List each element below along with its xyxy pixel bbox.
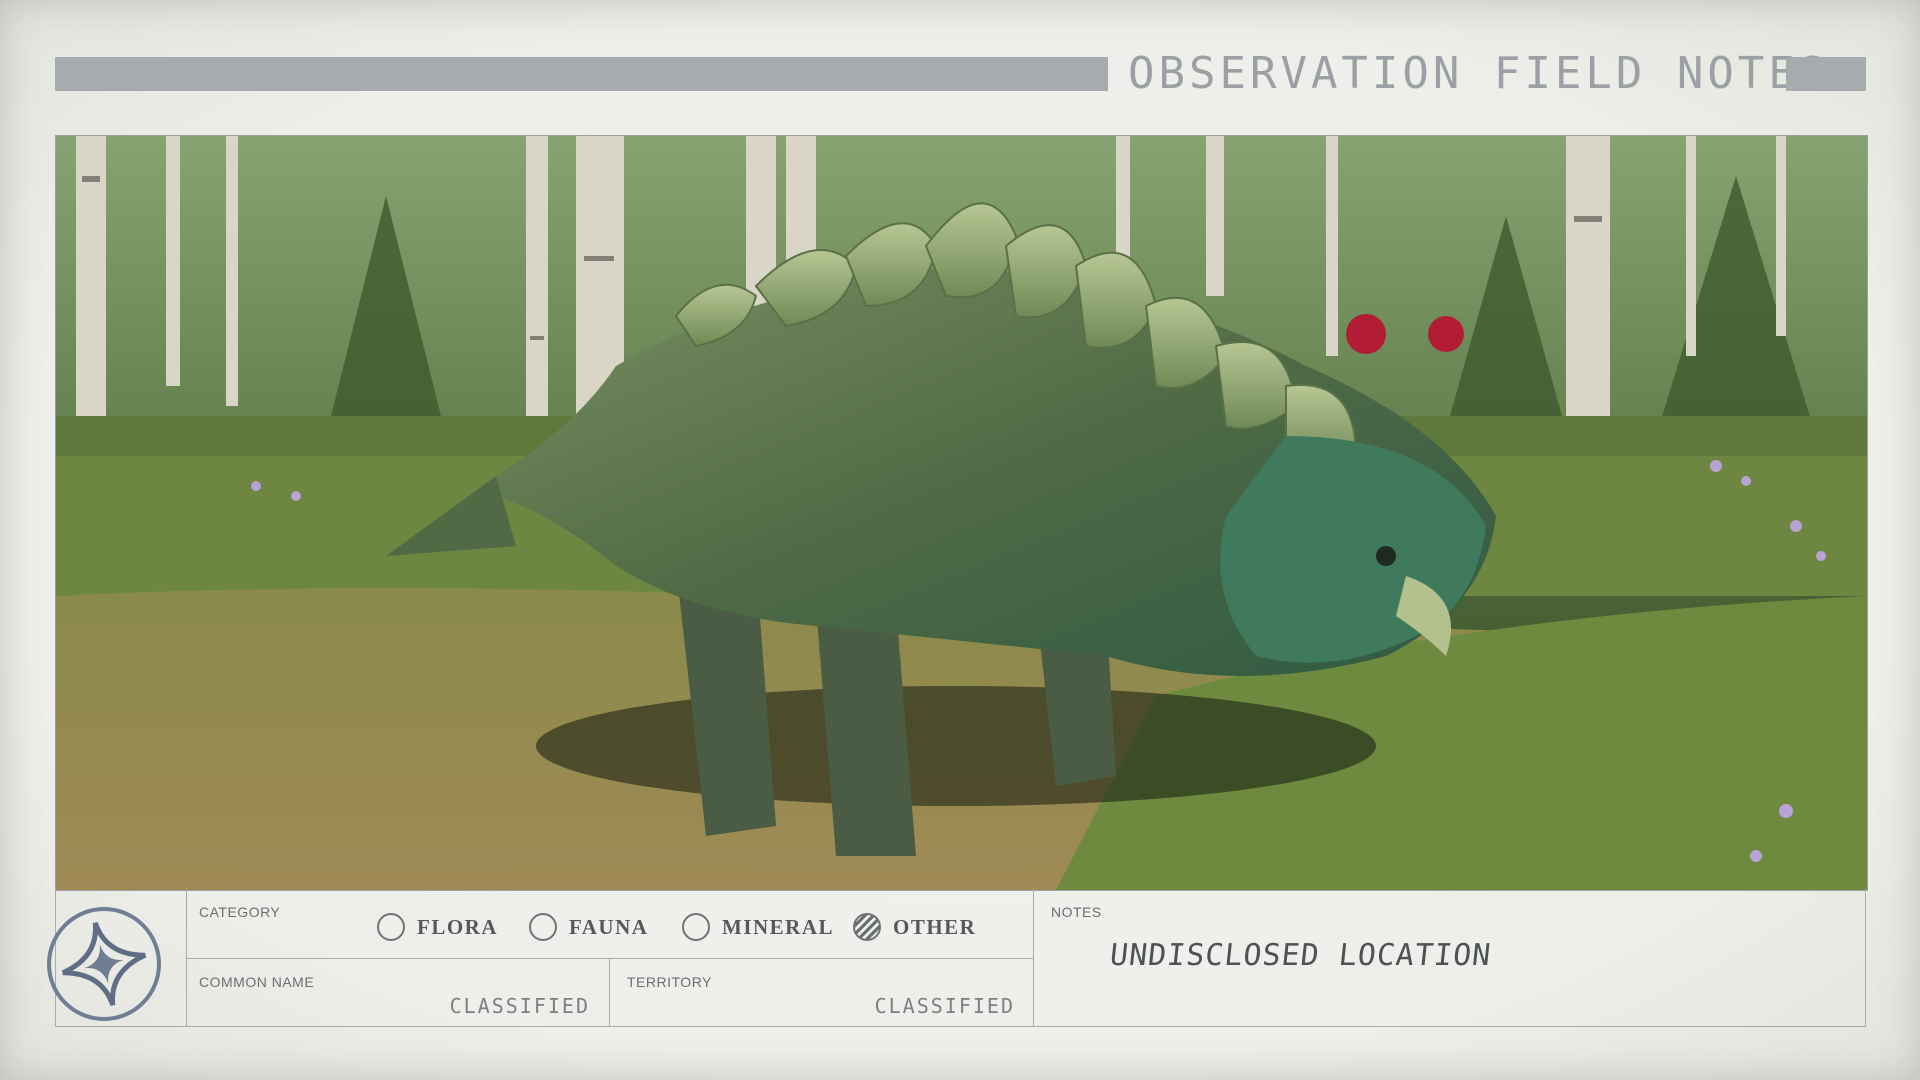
radio-circle-icon[interactable] <box>529 913 557 941</box>
header-bar-right <box>1786 57 1866 91</box>
divider <box>609 958 610 1027</box>
option-label: MINERAL <box>722 914 835 939</box>
radio-circle-icon[interactable] <box>377 913 405 941</box>
field-notes-card: OBSERVATION FIELD NOTES CATEGORY FLORA F… <box>0 0 1920 1080</box>
common-name-value: CLASSIFIED <box>449 994 590 1018</box>
category-option-fauna[interactable]: FAUNA <box>529 912 648 942</box>
category-option-flora[interactable]: FLORA <box>377 912 498 942</box>
category-label: CATEGORY <box>199 904 281 920</box>
divider <box>186 958 1033 959</box>
option-label: OTHER <box>893 914 977 939</box>
category-option-mineral[interactable]: MINERAL <box>682 912 834 942</box>
page-title: OBSERVATION FIELD NOTES <box>1128 48 1830 99</box>
notes-value: UNDISCLOSED LOCATION <box>1108 938 1494 973</box>
territory-label: TERRITORY <box>627 974 712 990</box>
header-bar-left <box>55 57 1108 91</box>
notes-label: NOTES <box>1051 904 1102 920</box>
radio-checked-icon[interactable] <box>853 913 881 941</box>
territory-value: CLASSIFIED <box>874 994 1015 1018</box>
radio-circle-icon[interactable] <box>682 913 710 941</box>
observation-photo <box>55 135 1868 891</box>
option-label: FLORA <box>417 914 498 939</box>
category-option-other[interactable]: OTHER <box>853 912 976 942</box>
common-name-label: COMMON NAME <box>199 974 315 990</box>
divider <box>1033 889 1034 1027</box>
star-seal-icon <box>44 904 164 1024</box>
option-label: FAUNA <box>569 914 649 939</box>
